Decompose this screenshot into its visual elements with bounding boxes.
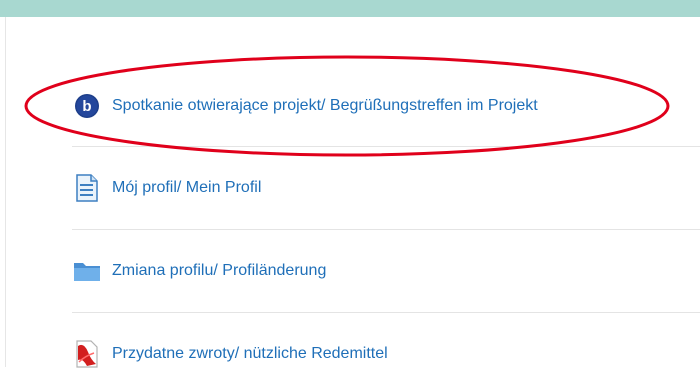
activity-label-my-profile: Mój profil/ Mein Profil	[112, 179, 262, 196]
top-bar	[0, 0, 700, 17]
left-border	[5, 17, 6, 367]
activity-label-meeting: Spotkanie otwierające projekt/ Begrüßung…	[112, 97, 538, 114]
divider	[72, 146, 700, 147]
activity-link-my-profile[interactable]: Mój profil/ Mein Profil	[72, 168, 700, 208]
activity-label-profile-change: Zmiana profilu/ Profiländerung	[112, 262, 327, 279]
pdf-icon	[72, 339, 102, 369]
svg-text:b: b	[82, 98, 91, 115]
divider	[72, 312, 700, 313]
folder-icon	[72, 256, 102, 286]
divider	[72, 229, 700, 230]
activity-link-profile-change[interactable]: Zmiana profilu/ Profiländerung	[72, 251, 700, 291]
page-icon	[72, 173, 102, 203]
bigbluebutton-icon: b	[72, 91, 102, 121]
activity-label-useful-phrases: Przydatne zwroty/ nützliche Redemittel	[112, 345, 388, 362]
activity-link-meeting[interactable]: b Spotkanie otwierające projekt/ Begrüßu…	[72, 86, 700, 126]
activity-link-useful-phrases[interactable]: Przydatne zwroty/ nützliche Redemittel	[72, 334, 700, 374]
